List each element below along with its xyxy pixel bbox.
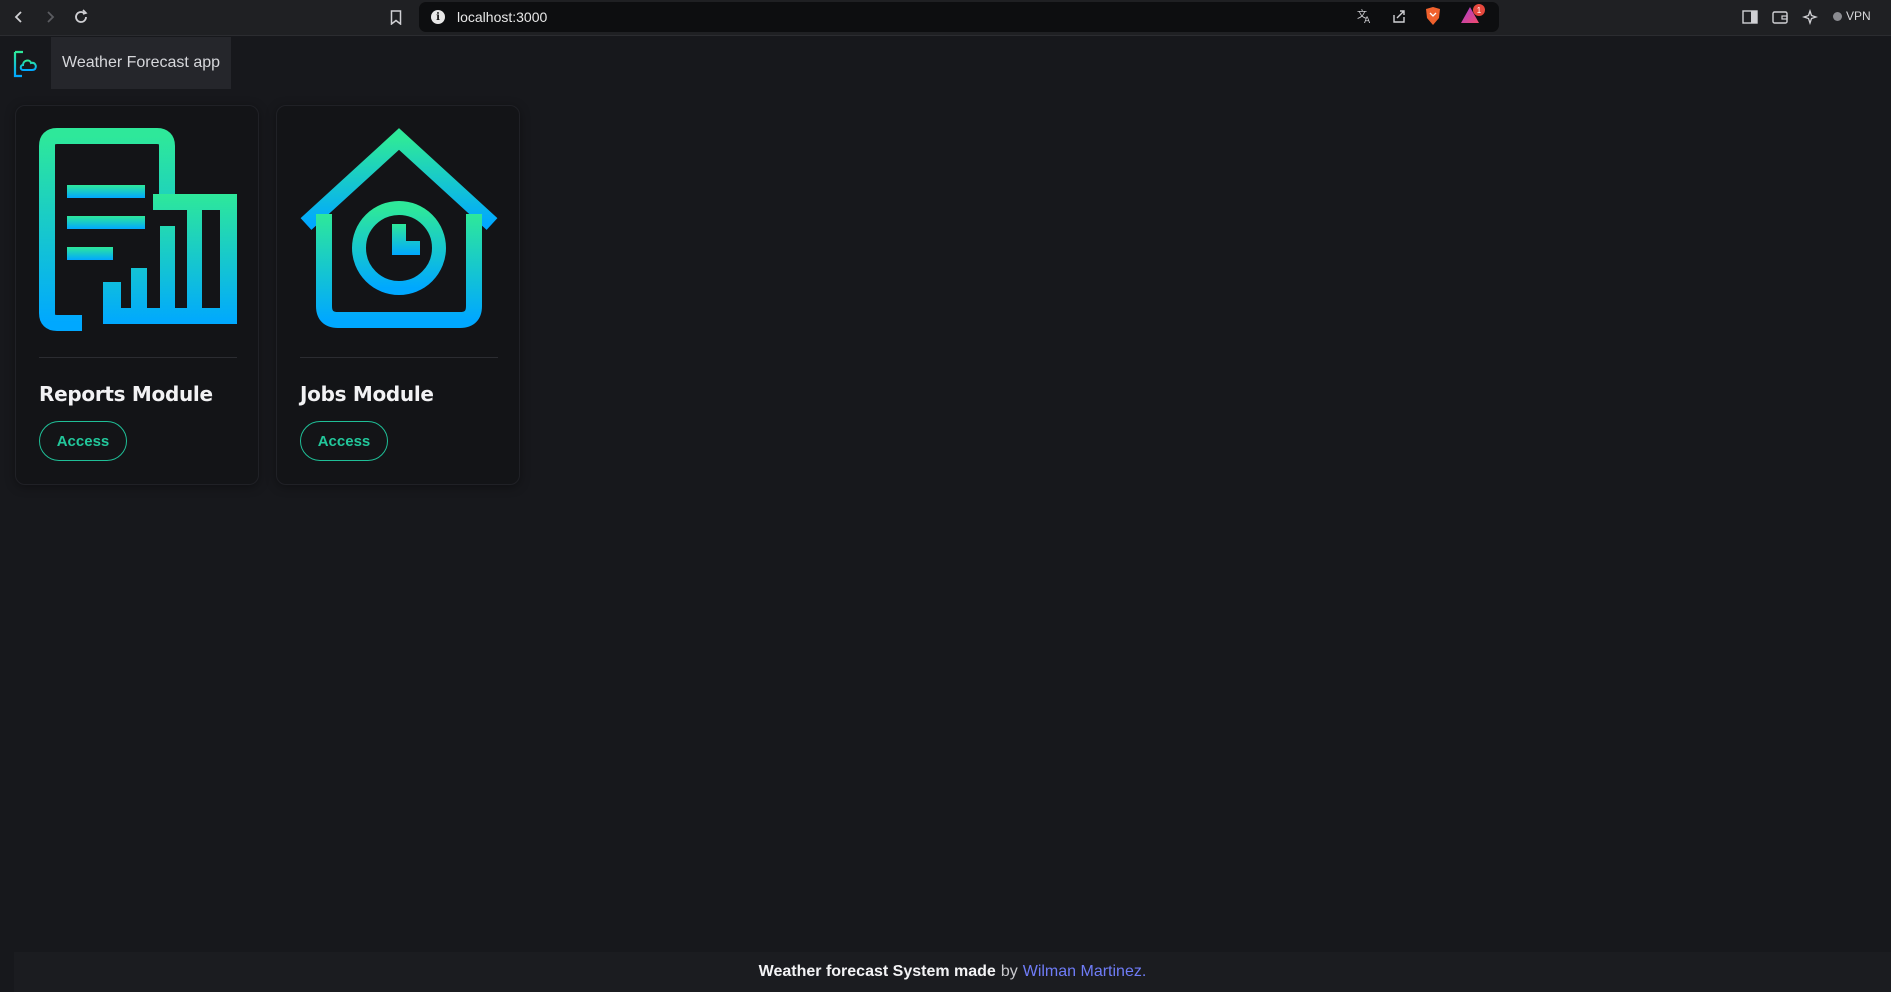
forward-icon[interactable]	[39, 6, 61, 28]
footer-by: by	[1000, 963, 1018, 980]
vpn-label: VPN	[1846, 9, 1871, 23]
footer-period: .	[1141, 963, 1147, 980]
app-title[interactable]: Weather Forecast app	[51, 37, 232, 89]
rewards-badge: 1	[1473, 4, 1485, 16]
vpn-status-icon	[1833, 11, 1842, 21]
brave-rewards-icon[interactable]: 1	[1460, 4, 1485, 27]
svg-text:A: A	[1364, 16, 1371, 24]
card-divider	[39, 357, 237, 358]
brave-shields-icon[interactable]	[1424, 6, 1442, 26]
leo-ai-icon[interactable]	[1799, 6, 1821, 28]
reports-module-card: Reports Module Access	[15, 105, 259, 485]
vpn-button[interactable]: VPN	[1833, 9, 1871, 23]
card-divider	[300, 357, 498, 358]
site-info-icon[interactable]: i	[431, 10, 445, 24]
footer: Weather forecast System made by Wilman M…	[14, 952, 1891, 992]
url-text: localhost:3000	[457, 9, 548, 25]
access-button[interactable]: Access	[300, 421, 388, 461]
wallet-icon[interactable]	[1769, 6, 1791, 28]
address-bar[interactable]: i localhost:3000	[419, 2, 1499, 32]
jobs-module-card: Jobs Module Access	[276, 105, 520, 485]
module-title: Reports Module	[39, 382, 213, 406]
module-title: Jobs Module	[300, 382, 434, 406]
footer-text: Weather forecast System made	[758, 963, 996, 980]
sidebar-toggle-icon[interactable]	[1739, 6, 1761, 28]
reload-icon[interactable]	[70, 6, 92, 28]
access-button[interactable]: Access	[39, 421, 127, 461]
bookmark-icon[interactable]	[385, 6, 407, 28]
browser-toolbar: i localhost:3000 文A 1 VPN	[0, 0, 1891, 36]
report-chart-icon	[39, 128, 237, 332]
house-clock-icon	[300, 128, 498, 332]
translate-icon[interactable]: 文A	[1355, 6, 1375, 26]
weather-logo-icon[interactable]	[12, 48, 40, 80]
back-icon[interactable]	[8, 6, 30, 28]
share-icon[interactable]	[1389, 6, 1409, 26]
author-link[interactable]: Wilman Martinez	[1023, 963, 1142, 981]
